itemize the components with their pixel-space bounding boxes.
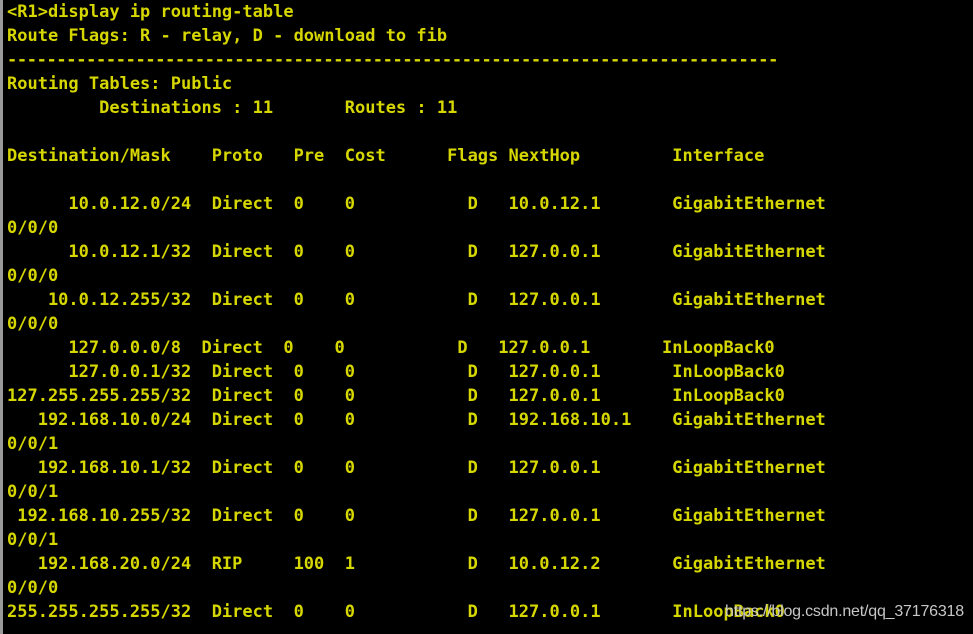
table-row: 127.255.255.255/32 Direct 0 0 D 127.0.0.… [7,386,785,406]
table-row-continuation: 0/0/0 [7,266,59,286]
command-prompt-line: <R1>display ip routing-table [7,2,294,22]
table-row-continuation: 0/0/0 [7,218,59,238]
terminal-window[interactable]: <R1>display ip routing-table Route Flags… [0,0,973,634]
table-row-continuation: 0/0/1 [7,482,59,502]
routing-tables-line: Routing Tables: Public [7,74,233,94]
table-header-line: Destination/Mask Proto Pre Cost Flags Ne… [7,146,765,166]
table-row-continuation: 0/0/0 [7,314,59,334]
table-row: 192.168.20.0/24 RIP 100 1 D 10.0.12.2 Gi… [7,554,826,574]
table-row: 127.0.0.0/8 Direct 0 0 D 127.0.0.1 InLoo… [7,338,775,358]
table-row: 192.168.10.0/24 Direct 0 0 D 192.168.10.… [7,410,826,430]
summary-line: Destinations : 11 Routes : 11 [7,98,458,118]
separator-line: ----------------------------------------… [7,50,779,70]
table-row-continuation: 0/0/1 [7,530,59,550]
table-row: 192.168.10.1/32 Direct 0 0 D 127.0.0.1 G… [7,458,826,478]
table-row: 127.0.0.1/32 Direct 0 0 D 127.0.0.1 InLo… [7,362,785,382]
table-row: 10.0.12.1/32 Direct 0 0 D 127.0.0.1 Giga… [7,242,826,262]
table-row: 192.168.10.255/32 Direct 0 0 D 127.0.0.1… [7,506,826,526]
table-row-continuation: 0/0/0 [7,578,59,598]
table-row-continuation: 0/0/1 [7,434,59,454]
table-row: 10.0.12.255/32 Direct 0 0 D 127.0.0.1 Gi… [7,290,826,310]
table-row: 10.0.12.0/24 Direct 0 0 D 10.0.12.1 Giga… [7,194,826,214]
watermark-url: https://blog.csdn.net/qq_37176318 [725,603,964,620]
route-flags-line: Route Flags: R - relay, D - download to … [7,26,448,46]
terminal-screen[interactable]: <R1>display ip routing-table Route Flags… [3,0,973,634]
